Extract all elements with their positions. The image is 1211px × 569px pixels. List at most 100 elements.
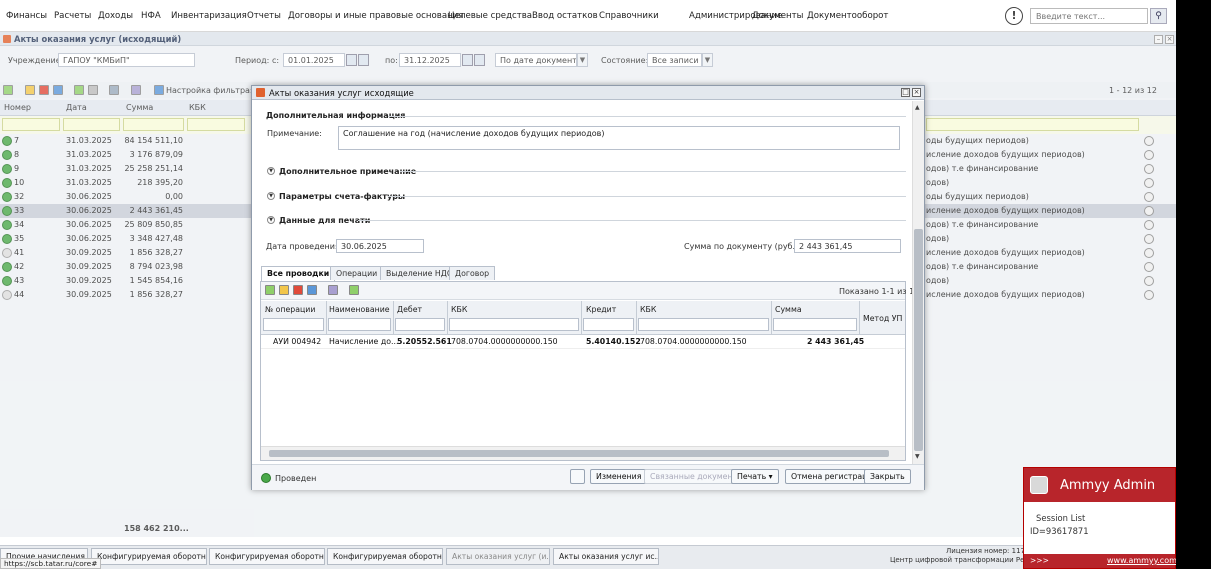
row-action-icon[interactable] xyxy=(1144,178,1154,188)
menu-docflow[interactable]: Документооборот xyxy=(807,11,888,21)
row-action-icon[interactable] xyxy=(1144,262,1154,272)
info-icon[interactable]: ! xyxy=(1005,7,1023,25)
filter-icon[interactable] xyxy=(154,85,164,95)
calendar-icon[interactable] xyxy=(346,54,357,66)
org-field[interactable]: ГАПОУ "КМБиП" xyxy=(58,53,195,67)
task-tab[interactable]: Акты оказания услуг (и... xyxy=(446,548,550,565)
add-icon[interactable] xyxy=(265,285,275,295)
filter-kbk-input[interactable] xyxy=(187,118,245,131)
column-sum[interactable]: Сумма xyxy=(126,103,153,112)
filter-name-input[interactable] xyxy=(328,318,391,331)
table-row[interactable]: АУИ 004942 Начисление до... 5.20552.561 … xyxy=(261,335,905,349)
calendar-clear-icon[interactable] xyxy=(358,54,369,66)
column-debit[interactable]: Дебет xyxy=(397,305,422,314)
menu-payments[interactable]: Расчеты xyxy=(54,11,91,21)
changes-button[interactable]: Изменения xyxy=(590,469,648,484)
refresh-icon[interactable] xyxy=(349,285,359,295)
menu-directories[interactable]: Справочники xyxy=(599,11,659,21)
row-action-icon[interactable] xyxy=(1144,248,1154,258)
posting-date-field[interactable]: 30.06.2025 xyxy=(336,239,424,253)
column-kbk-credit[interactable]: КБК xyxy=(640,305,656,314)
filter-kbk-debit-input[interactable] xyxy=(449,318,579,331)
column-kbk-debit[interactable]: КБК xyxy=(451,305,467,314)
row-action-icon[interactable] xyxy=(1144,220,1154,230)
attachment-icon[interactable] xyxy=(570,469,585,484)
session-list[interactable]: Session List xyxy=(1036,513,1085,523)
search-icon[interactable]: ⚲ xyxy=(1150,8,1167,24)
scrollbar-thumb[interactable] xyxy=(269,450,889,457)
delete-icon[interactable] xyxy=(39,85,49,95)
minimize-icon[interactable]: – xyxy=(1154,35,1163,44)
edit-icon[interactable] xyxy=(279,285,289,295)
filter-op-number-input[interactable] xyxy=(263,318,324,331)
column-date[interactable]: Дата xyxy=(66,103,87,112)
chevron-down-icon[interactable]: ▼ xyxy=(702,53,713,67)
entries-horizontal-scrollbar[interactable] xyxy=(261,446,905,460)
menu-nfa[interactable]: НФА xyxy=(141,11,161,21)
close-icon[interactable]: × xyxy=(1165,35,1174,44)
maximize-icon[interactable]: □ xyxy=(901,88,910,97)
period-to-field[interactable]: 31.12.2025 xyxy=(399,53,461,67)
scrollbar-thumb[interactable] xyxy=(914,229,923,451)
row-action-icon[interactable] xyxy=(1144,206,1154,216)
print-button[interactable]: Печать ▾ xyxy=(731,469,779,484)
row-action-icon[interactable] xyxy=(1144,192,1154,202)
calendar-icon[interactable] xyxy=(462,54,473,66)
dialog-vertical-scrollbar[interactable]: ▲ ▼ xyxy=(912,101,924,464)
menu-documents[interactable]: Документы xyxy=(752,11,803,21)
copy-icon[interactable] xyxy=(53,85,63,95)
post-icon[interactable] xyxy=(74,85,84,95)
row-action-icon[interactable] xyxy=(1144,234,1154,244)
filter-sum-input[interactable] xyxy=(773,318,857,331)
scroll-up-icon[interactable]: ▲ xyxy=(915,104,920,111)
filter-debit-input[interactable] xyxy=(395,318,445,331)
task-tab[interactable]: Конфигурируемая оборотная ... xyxy=(327,548,443,565)
column-method[interactable]: Метод УП xyxy=(863,314,902,323)
filter-note-input[interactable] xyxy=(926,118,1139,131)
edit-icon[interactable] xyxy=(25,85,35,95)
section-print-data[interactable]: Данные для печати xyxy=(279,216,370,225)
date-mode-select[interactable]: По дате документа xyxy=(495,53,577,67)
ammyy-link[interactable]: www.ammyy.com xyxy=(1107,556,1176,565)
chevron-down-icon[interactable]: ▼ xyxy=(267,216,275,224)
task-tab[interactable]: Конфигурируемая оборотная ... xyxy=(91,548,207,565)
menu-target-funds[interactable]: Целевые средства xyxy=(448,11,532,21)
tab-operations[interactable]: Операции xyxy=(330,266,384,280)
menu-income[interactable]: Доходы xyxy=(98,11,133,21)
settings-icon[interactable] xyxy=(131,85,141,95)
row-action-icon[interactable] xyxy=(1144,290,1154,300)
settings-icon[interactable] xyxy=(328,285,338,295)
period-from-field[interactable]: 01.01.2025 xyxy=(283,53,345,67)
menu-reports[interactable]: Отчеты xyxy=(247,11,281,21)
task-tab[interactable]: Конфигурируемая оборотная ... xyxy=(209,548,325,565)
task-tab-active[interactable]: Акты оказания услуг ис... xyxy=(553,548,659,565)
column-credit[interactable]: Кредит xyxy=(586,305,616,314)
tab-all-entries[interactable]: Все проводки xyxy=(261,266,336,281)
add-icon[interactable] xyxy=(3,85,13,95)
menu-finance[interactable]: Финансы xyxy=(6,11,47,21)
copy-icon[interactable] xyxy=(307,285,317,295)
tab-vat[interactable]: Выделение НДС xyxy=(380,266,459,280)
calendar-clear-icon[interactable] xyxy=(474,54,485,66)
unpost-icon[interactable] xyxy=(88,85,98,95)
filter-kbk-credit-input[interactable] xyxy=(638,318,769,331)
row-action-icon[interactable] xyxy=(1144,164,1154,174)
filter-number-input[interactable] xyxy=(2,118,60,131)
column-number[interactable]: Номер xyxy=(4,103,31,112)
chevron-down-icon[interactable]: ▼ xyxy=(267,192,275,200)
section-extra-note[interactable]: Дополнительное примечание xyxy=(279,167,416,176)
close-icon[interactable]: × xyxy=(912,88,921,97)
chevron-down-icon[interactable]: ▼ xyxy=(267,167,275,175)
menu-inventory[interactable]: Инвентаризация xyxy=(171,11,247,21)
column-op-number[interactable]: № операции xyxy=(265,305,315,314)
section-invoice-params[interactable]: Параметры счета-фактуры xyxy=(279,192,405,201)
menu-balances[interactable]: Ввод остатков xyxy=(532,11,598,21)
chevron-down-icon[interactable]: ▼ xyxy=(577,53,588,67)
delete-icon[interactable] xyxy=(293,285,303,295)
note-textarea[interactable]: Соглашение на год (начисление доходов бу… xyxy=(338,126,900,150)
row-action-icon[interactable] xyxy=(1144,136,1154,146)
filter-credit-input[interactable] xyxy=(583,318,634,331)
filter-date-input[interactable] xyxy=(63,118,120,131)
row-action-icon[interactable] xyxy=(1144,150,1154,160)
ammyy-arrows[interactable]: >>> xyxy=(1030,556,1049,565)
